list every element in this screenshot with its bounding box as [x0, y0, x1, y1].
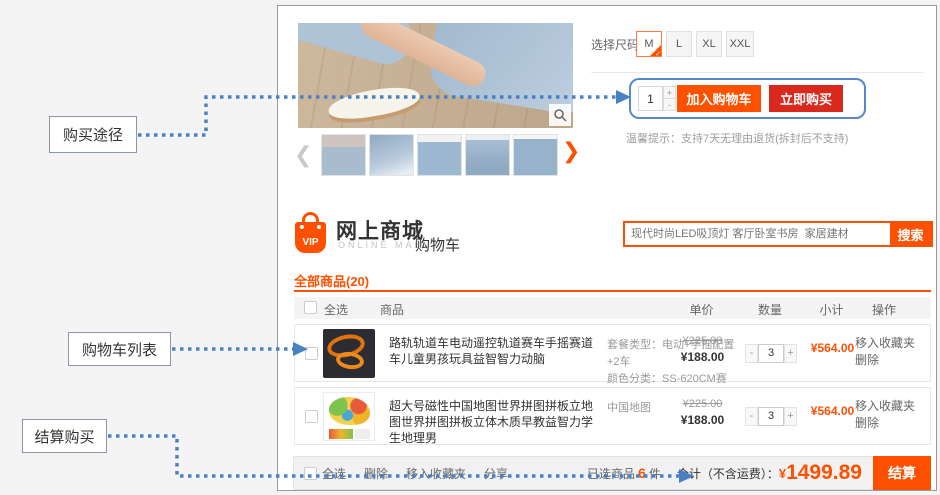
- add-to-cart-button[interactable]: 加入购物车: [677, 85, 761, 112]
- map-shape: [329, 397, 370, 425]
- search-bar: 搜索: [623, 221, 933, 247]
- footer-delete-link[interactable]: 删除: [364, 465, 388, 482]
- price-original: ¥225.00: [660, 335, 745, 347]
- col-product: 商品: [380, 301, 404, 318]
- move-to-favorites-link[interactable]: 移入收藏夹: [855, 398, 915, 415]
- price-original: ¥225.00: [660, 398, 745, 410]
- size-option-xxl[interactable]: XXL: [726, 31, 754, 57]
- thumbnail-carousel: ❮ ❯: [294, 134, 589, 178]
- section-underline: [294, 290, 931, 292]
- checkout-button[interactable]: 结算: [873, 456, 931, 490]
- size-option-l[interactable]: L: [666, 31, 692, 57]
- product-main-image[interactable]: [298, 23, 573, 128]
- selected-prefix: 已选商品: [587, 465, 635, 482]
- thumbnail-5[interactable]: [513, 134, 558, 176]
- col-unit-price: 单价: [659, 301, 744, 318]
- row-qty-plus-button[interactable]: +: [784, 344, 797, 363]
- main-panel: ❮ ❯ 选择尺码: M ✓ L XL XXL + - 加入购物车 立即: [277, 5, 937, 491]
- row-qty-value[interactable]: 3: [758, 344, 784, 363]
- row-checkbox[interactable]: [305, 347, 318, 360]
- search-input[interactable]: [625, 223, 890, 245]
- carousel-prev-icon[interactable]: ❮: [294, 142, 312, 168]
- map-strip: [355, 429, 370, 439]
- col-actions: 操作: [849, 301, 919, 318]
- page-title-cart: 购物车: [415, 234, 460, 255]
- slipper-shape: [326, 82, 421, 124]
- divider: [591, 72, 923, 73]
- row-qty-plus-button[interactable]: +: [784, 407, 797, 426]
- return-policy-tip: 温馨提示：支持7天无理由退货(拆封后不支持): [626, 130, 848, 146]
- track-loop-shape: [335, 350, 365, 371]
- size-option-label: XL: [702, 38, 715, 50]
- size-label: 选择尺码:: [591, 36, 642, 53]
- row-quantity-stepper: -3+: [740, 407, 802, 426]
- footer-move-to-favorites-link[interactable]: 移入收藏夹: [406, 465, 466, 482]
- thumbnail-1[interactable]: [321, 134, 366, 176]
- size-option-m[interactable]: M ✓: [636, 31, 662, 57]
- product-title[interactable]: 路轨轨道车电动遥控轨道赛车手摇赛道车儿童男孩玩具益智智力动脑: [389, 335, 601, 367]
- footer-summary: 已选商品 6 件 合计（不含运费）： ¥ 1499.89: [587, 461, 862, 485]
- select-all-checkbox[interactable]: [304, 301, 317, 314]
- price-current: ¥188.00: [660, 350, 745, 364]
- screenshot-canvas: 购买途径 购物车列表 结算购买 ❮ ❯: [0, 0, 940, 495]
- size-option-label: XXL: [730, 38, 751, 50]
- buy-now-button[interactable]: 立即购买: [769, 85, 843, 112]
- selected-count: 6: [638, 465, 646, 481]
- annotation-label-purchase-path: 购买途径: [49, 116, 137, 153]
- thumbnail-3[interactable]: [417, 134, 462, 176]
- annotation-label-cart-list: 购物车列表: [68, 332, 171, 366]
- bag-dot: [300, 225, 304, 229]
- search-button[interactable]: 搜索: [890, 223, 931, 245]
- bag-dot: [317, 225, 321, 229]
- size-option-label: L: [676, 38, 682, 50]
- quantity-minus-button[interactable]: -: [663, 98, 676, 111]
- cart-table-header: 全选 商品 单价 数量 小计 操作: [294, 297, 931, 319]
- row-qty-minus-button[interactable]: -: [745, 344, 758, 363]
- row-checkbox[interactable]: [305, 410, 318, 423]
- row-actions: 移入收藏夹 删除: [855, 398, 915, 432]
- row-actions: 移入收藏夹 删除: [855, 335, 915, 369]
- selected-unit: 件: [649, 465, 661, 482]
- cart-row-track-toy: 路轨轨道车电动遥控轨道赛车手摇赛道车儿童男孩玩具益智智力动脑 套餐类型：电动+手…: [294, 324, 931, 382]
- price-current: ¥188.00: [660, 413, 745, 427]
- footer-select-all-label[interactable]: 全选: [322, 465, 346, 482]
- price-cell: ¥225.00 ¥188.00: [660, 398, 745, 427]
- delete-link[interactable]: 删除: [855, 352, 915, 369]
- price-cell: ¥225.00 ¥188.00: [660, 335, 745, 364]
- row-qty-minus-button[interactable]: -: [745, 407, 758, 426]
- product-title[interactable]: 超大号磁性中国地图世界拼图拼板立地图世界拼图拼板立体木质早教益智力学生地理男: [389, 398, 601, 446]
- move-to-favorites-link[interactable]: 移入收藏夹: [855, 335, 915, 352]
- col-quantity: 数量: [739, 301, 801, 318]
- cart-row-china-map: 超大号磁性中国地图世界拼图拼板立地图世界拼图拼板立体木质早教益智力学生地理男 中…: [294, 387, 931, 445]
- cart-section-title: 全部商品(20): [294, 271, 369, 290]
- cart-footer-bar: 全选 删除 移入收藏夹 分享 已选商品 6 件 合计（不含运费）： ¥ 1499…: [293, 456, 931, 490]
- total-amount: 1499.89: [786, 461, 862, 485]
- product-image-china-map[interactable]: [323, 392, 375, 441]
- vip-bag-logo-icon[interactable]: VIP: [295, 212, 326, 254]
- carousel-next-icon[interactable]: ❯: [562, 138, 580, 164]
- product-image-track-toy[interactable]: [323, 329, 375, 378]
- map-strip: [329, 429, 353, 439]
- quantity-input[interactable]: [638, 86, 663, 111]
- check-icon: ✓: [655, 50, 661, 58]
- delete-link[interactable]: 删除: [855, 415, 915, 432]
- footer-share-link[interactable]: 分享: [484, 465, 508, 482]
- currency-symbol: ¥: [779, 466, 786, 481]
- size-option-xl[interactable]: XL: [696, 31, 722, 57]
- annotation-label-checkout-buy: 结算购买: [22, 419, 107, 453]
- col-select-all: 全选: [324, 301, 348, 318]
- footer-select-all-checkbox[interactable]: [304, 467, 317, 480]
- thumbnail-4[interactable]: [465, 134, 510, 176]
- row-quantity-stepper: -3+: [740, 344, 802, 363]
- thumbnail-2[interactable]: [369, 134, 414, 176]
- magnifier-icon[interactable]: [549, 104, 571, 126]
- total-label: 合计（不含运费）：: [677, 465, 779, 482]
- row-qty-value[interactable]: 3: [758, 407, 784, 426]
